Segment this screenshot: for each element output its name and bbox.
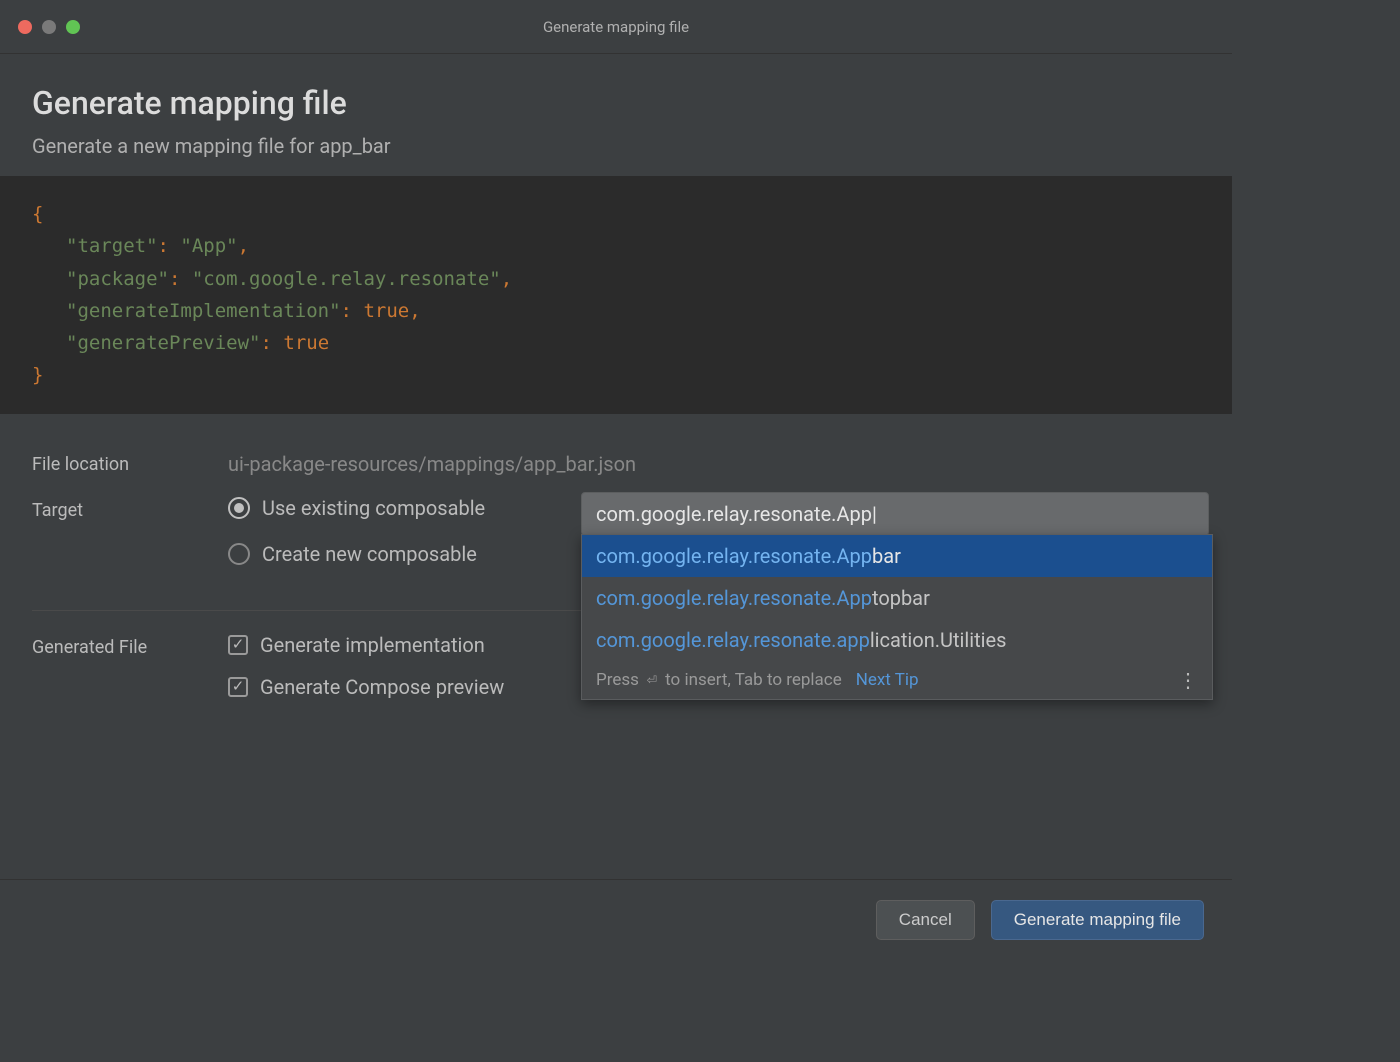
- form: File location ui-package-resources/mappi…: [0, 414, 1232, 598]
- radio-icon: [228, 543, 250, 565]
- autocomplete-item-rest: bar: [872, 544, 901, 568]
- code-key-package: "package": [66, 268, 169, 290]
- autocomplete-item[interactable]: com.google.relay.resonate.Appbar: [582, 535, 1212, 577]
- radio-create-new-label: Create new composable: [262, 542, 477, 566]
- autocomplete-footer: Press ⏎ to insert, Tab to replace Next T…: [582, 661, 1212, 699]
- row-file-location: File location ui-package-resources/mappi…: [32, 450, 1200, 476]
- dialog-header: Generate mapping file Generate a new map…: [0, 54, 1232, 176]
- generated-file-label: Generated File: [32, 633, 228, 658]
- dialog-window: Generate mapping file Generate mapping f…: [0, 0, 1232, 960]
- autocomplete-item[interactable]: com.google.relay.resonate.application.Ut…: [582, 619, 1212, 661]
- row-target: Target Use existing composable Create ne…: [32, 496, 1200, 566]
- code-key-target: "target": [66, 235, 158, 257]
- autocomplete-item-match: com.google.relay.resonate.app: [596, 628, 870, 652]
- hint-prefix: Press: [596, 670, 639, 690]
- autocomplete-item-match: com.google.relay.resonate.App: [596, 544, 872, 568]
- target-label: Target: [32, 496, 228, 521]
- minimize-icon[interactable]: [42, 20, 56, 34]
- traffic-lights: [18, 20, 80, 34]
- autocomplete-item-rest: lication.Utilities: [870, 628, 1007, 652]
- titlebar[interactable]: Generate mapping file: [0, 0, 1232, 54]
- checkbox-icon: ✓: [228, 635, 248, 655]
- checkbox-impl-label: Generate implementation: [260, 633, 485, 657]
- window-title: Generate mapping file: [543, 18, 689, 36]
- autocomplete-item-rest: topbar: [872, 586, 930, 610]
- code-preview: { "target": "App", "package": "com.googl…: [0, 176, 1232, 414]
- checkbox-preview-label: Generate Compose preview: [260, 675, 504, 699]
- radio-use-existing-label: Use existing composable: [262, 496, 485, 520]
- cancel-button[interactable]: Cancel: [876, 900, 975, 940]
- page-title: Generate mapping file: [32, 84, 1200, 122]
- kebab-menu-icon[interactable]: ⋮: [1178, 670, 1198, 690]
- radio-icon: [228, 497, 250, 519]
- dialog-footer: Cancel Generate mapping file: [0, 879, 1232, 960]
- enter-key-icon: ⏎: [647, 670, 657, 690]
- code-key-gen-prev: "generatePreview": [66, 332, 260, 354]
- target-input[interactable]: [581, 492, 1209, 536]
- hint-suffix: to insert, Tab to replace: [665, 670, 842, 690]
- autocomplete-item[interactable]: com.google.relay.resonate.Apptopbar: [582, 577, 1212, 619]
- generate-button[interactable]: Generate mapping file: [991, 900, 1204, 940]
- autocomplete-item-match: com.google.relay.resonate.App: [596, 586, 872, 610]
- page-subtitle: Generate a new mapping file for app_bar: [32, 134, 1200, 158]
- code-key-gen-impl: "generateImplementation": [66, 300, 341, 322]
- next-tip-link[interactable]: Next Tip: [856, 670, 919, 690]
- code-val-target: "App": [180, 235, 237, 257]
- maximize-icon[interactable]: [66, 20, 80, 34]
- code-val-package: "com.google.relay.resonate": [192, 268, 501, 290]
- file-location-label: File location: [32, 450, 228, 475]
- code-val-gen-prev: true: [283, 332, 329, 354]
- close-icon[interactable]: [18, 20, 32, 34]
- file-location-value: ui-package-resources/mappings/app_bar.js…: [228, 450, 1200, 476]
- autocomplete-popup: com.google.relay.resonate.Appbarcom.goog…: [581, 534, 1213, 700]
- checkbox-icon: ✓: [228, 677, 248, 697]
- code-val-gen-impl: true: [363, 300, 409, 322]
